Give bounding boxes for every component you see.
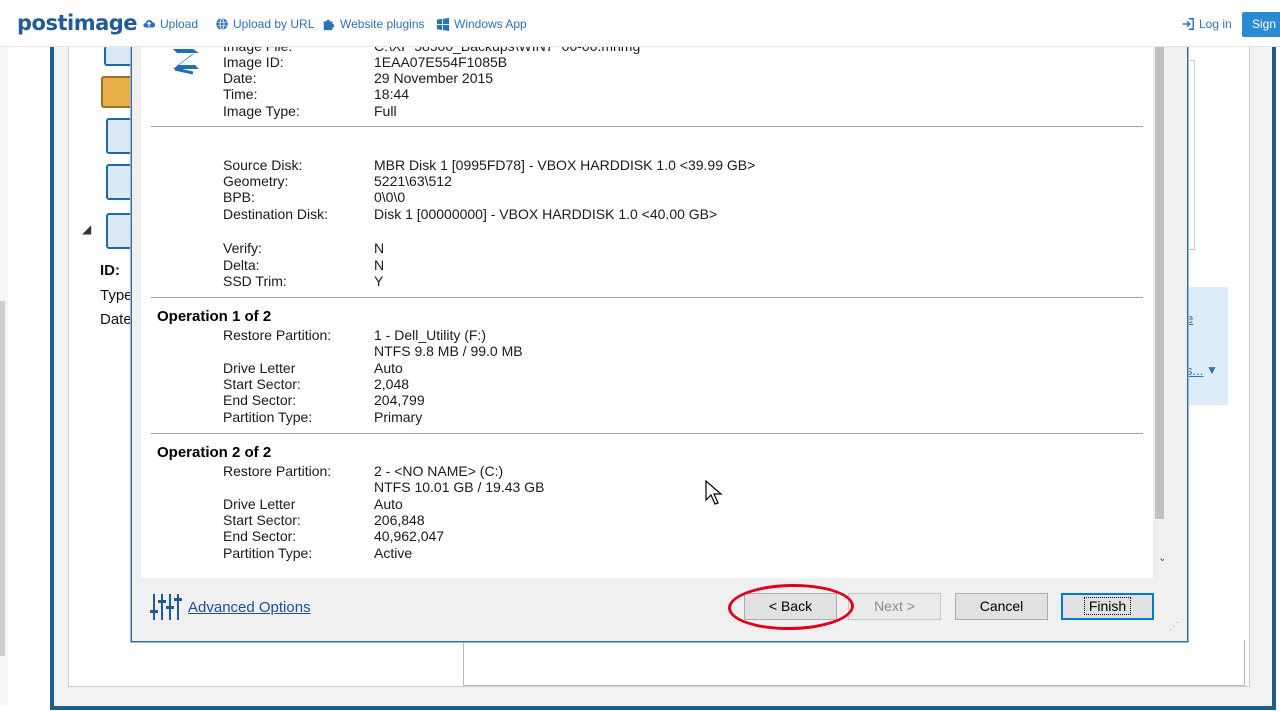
op2-drive-label: Drive Letter	[223, 496, 296, 512]
geometry-value: 5221\63\512	[374, 173, 452, 189]
image-type-label: Image Type:	[223, 103, 300, 119]
destination-disk-value: Disk 1 [00000000] - VBOX HARDDISK 1.0 <4…	[374, 206, 718, 222]
cancel-button[interactable]: Cancel	[955, 593, 1048, 620]
bpb-value: 0\0\0	[374, 189, 406, 205]
restore-summary-dialog: Image File: C:\XP 58500_Backups\WIN7~00-…	[131, 40, 1188, 642]
vertical-scrollbar[interactable]: ⌄	[1153, 41, 1164, 578]
bpb-label: BPB:	[223, 189, 255, 205]
verify-label: Verify:	[223, 240, 262, 256]
nav-upload-url[interactable]: Upload by URL	[215, 17, 314, 31]
op2-end-value: 40,962,047	[374, 528, 445, 544]
op1-drive-value: Auto	[374, 360, 403, 376]
postimage-logo[interactable]: postimage	[17, 11, 138, 35]
login-icon	[1182, 18, 1194, 30]
bg-id-label: ID:	[100, 262, 120, 279]
ssd-trim-label: SSD Trim:	[223, 273, 287, 289]
nav-windows-label: Windows App	[454, 17, 527, 31]
op1-restore-value: 1 - Dell_Utility (F:)	[374, 327, 487, 343]
nav-upload-url-label: Upload by URL	[233, 17, 315, 31]
background-app-icon	[104, 46, 134, 66]
next-button[interactable]: Next >	[848, 593, 941, 620]
op2-start-label: Start Sector:	[223, 512, 301, 528]
op1-fs-value: NTFS 9.8 MB / 99.0 MB	[374, 343, 523, 359]
separator	[151, 126, 1143, 127]
op2-restore-label: Restore Partition:	[223, 463, 332, 479]
op2-end-label: End Sector:	[223, 528, 297, 544]
delta-label: Delta:	[223, 257, 260, 273]
source-disk-label: Source Disk:	[223, 157, 303, 173]
image-id-value: 1EAA07E554F1085B	[374, 54, 508, 70]
image-id-label: Image ID:	[223, 54, 284, 70]
mouse-cursor-icon	[705, 480, 723, 505]
scroll-down-icon[interactable]: ⌄	[1158, 551, 1164, 564]
bg-link-fragment-2[interactable]: s...	[1186, 363, 1203, 378]
op1-start-label: Start Sector:	[223, 376, 301, 392]
op2-restore-value: 2 - <NO NAME> (C:)	[374, 463, 504, 479]
signup-button[interactable]: Sign u	[1242, 12, 1280, 37]
dialog-footer: Advanced Options < Back Next > Cancel Fi…	[141, 579, 1179, 639]
op1-start-value: 2,048	[374, 376, 410, 392]
time-value: 18:44	[374, 86, 410, 102]
op2-fs-value: NTFS 10.01 GB / 19.43 GB	[374, 479, 545, 495]
op2-start-value: 206,848	[374, 512, 425, 528]
finish-label: Finish	[1083, 597, 1132, 615]
separator	[151, 433, 1143, 434]
geometry-label: Geometry:	[223, 173, 289, 189]
dropdown-arrow-icon[interactable]: ▼	[1206, 363, 1218, 377]
separator	[151, 297, 1143, 298]
destination-disk-label: Destination Disk:	[223, 206, 329, 222]
op1-ptype-label: Partition Type:	[223, 409, 313, 425]
nav-upload-label: Upload	[160, 17, 199, 31]
op1-ptype-value: Primary	[374, 409, 423, 425]
image-type-value: Full	[374, 103, 397, 119]
delta-value: N	[374, 257, 385, 273]
summary-content: Image File: C:\XP 58500_Backups\WIN7~00-…	[141, 41, 1164, 578]
op1-end-label: End Sector:	[223, 392, 297, 408]
bg-blue-panel: e s... ▼	[1186, 287, 1228, 405]
date-label: Date:	[223, 70, 257, 86]
resize-grip-icon[interactable]: ⋰	[1169, 621, 1179, 632]
finish-button[interactable]: Finish	[1061, 593, 1154, 620]
bg-bottom-panel	[463, 640, 1245, 686]
collapse-arrow-icon[interactable]: ◢	[82, 222, 91, 236]
verify-value: N	[374, 240, 385, 256]
windows-icon	[436, 17, 450, 31]
operation-2-title: Operation 2 of 2	[157, 444, 272, 461]
operation-1-title: Operation 1 of 2	[157, 308, 272, 325]
nav-upload[interactable]: Upload	[142, 17, 198, 31]
date-value: 29 November 2015	[374, 70, 494, 86]
puzzle-icon	[323, 19, 335, 31]
op1-drive-label: Drive Letter	[223, 360, 296, 376]
nav-plugins-label: Website plugins	[340, 17, 425, 31]
folder-icon	[101, 76, 135, 108]
nav-windows-app[interactable]: Windows App	[436, 17, 527, 31]
nav-login[interactable]: Log in	[1181, 17, 1232, 31]
scrollbar-thumb[interactable]	[1155, 41, 1164, 519]
source-disk-value: MBR Disk 1 [0995FD78] - VBOX HARDDISK 1.…	[374, 157, 756, 173]
op1-restore-label: Restore Partition:	[223, 327, 332, 343]
page-left-strip	[0, 46, 8, 706]
page-scrollbar[interactable]	[0, 301, 5, 656]
postimage-header: postimage Upload Upload by URL Website p…	[0, 0, 1280, 47]
sliders-icon	[150, 594, 182, 620]
advanced-options-link[interactable]: Advanced Options	[188, 599, 311, 616]
ssd-trim-value: Y	[374, 273, 384, 289]
time-label: Time:	[223, 86, 258, 102]
op2-ptype-value: Active	[374, 545, 413, 561]
op2-ptype-label: Partition Type:	[223, 545, 313, 561]
nav-login-label: Log in	[1199, 17, 1232, 31]
op2-drive-value: Auto	[374, 496, 403, 512]
nav-plugins[interactable]: Website plugins	[322, 17, 425, 31]
cloud-upload-icon	[143, 20, 156, 28]
bg-date-label: Date	[100, 311, 132, 328]
macrium-logo-icon	[173, 49, 199, 75]
globe-icon	[216, 18, 228, 30]
bg-type-label: Type	[100, 287, 133, 304]
op1-end-value: 204,799	[374, 392, 425, 408]
